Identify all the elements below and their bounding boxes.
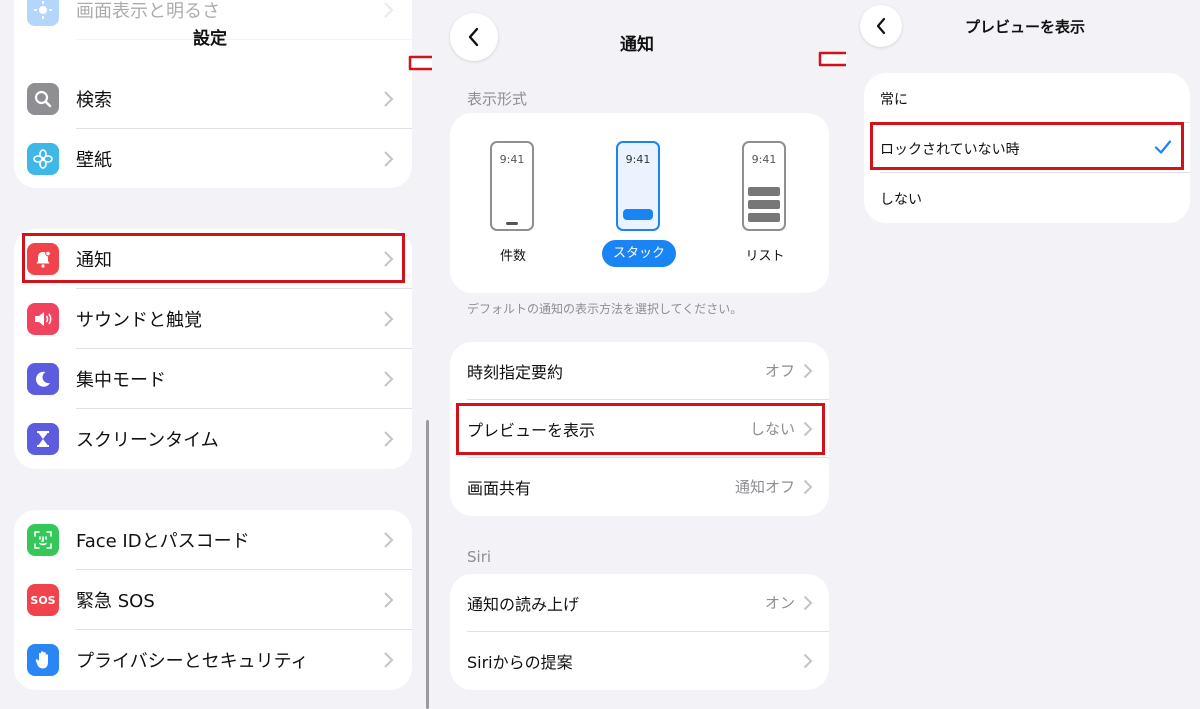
style-option-list[interactable]: 9:41 リスト (702, 113, 829, 293)
settings-row-wallpaper[interactable]: 壁紙 (14, 129, 412, 188)
style-option-stack[interactable]: 9:41 スタック (576, 113, 702, 293)
scrollbar[interactable] (426, 420, 429, 709)
option-never[interactable]: しない (864, 173, 1190, 223)
bell-icon (27, 243, 59, 275)
phone-time: 9:41 (751, 153, 777, 166)
row-label: 画面共有 (467, 479, 532, 498)
phone-time: 9:41 (499, 153, 525, 166)
option-always[interactable]: 常に (864, 73, 1190, 123)
settings-group-security: Face IDとパスコード SOS 緊急 SOS プライバシーとセキュリティ (14, 510, 412, 690)
settings-row-screen-time[interactable]: スクリーンタイム (14, 409, 412, 469)
phone-time: 9:41 (625, 153, 651, 166)
moon-icon (27, 363, 59, 395)
back-button[interactable] (860, 5, 902, 47)
chevron-right-icon (803, 363, 813, 379)
settings-row-label: 画面表示と明るさ (76, 1, 220, 22)
notifications-title: 通知 (620, 35, 654, 55)
settings-row-label: 通知 (76, 250, 112, 271)
row-label: 時刻指定要約 (467, 363, 564, 382)
row-screen-sharing[interactable]: 画面共有 通知オフ (450, 458, 829, 516)
settings-row-search[interactable]: 検索 (14, 69, 412, 129)
sos-icon: SOS (27, 584, 59, 616)
siri-header: Siri (467, 548, 492, 566)
settings-group-notifications: 通知 サウンドと触覚 集中モード スクリーンタイム (14, 229, 412, 469)
chevron-right-icon (384, 2, 394, 18)
wallpaper-flower-icon (27, 143, 59, 175)
row-siri-suggestions[interactable]: Siriからの提案 (450, 632, 829, 690)
style-label-list: リスト (745, 249, 785, 264)
settings-row-sounds[interactable]: サウンドと触覚 (14, 289, 412, 349)
settings-row-emergency-sos[interactable]: SOS 緊急 SOS (14, 570, 412, 630)
phone-preview-stack: 9:41 (616, 141, 660, 231)
display-style-footnote: デフォルトの通知の表示方法を選択してください。 (467, 302, 743, 316)
settings-row-notifications[interactable]: 通知 (14, 229, 412, 289)
chevron-right-icon (803, 595, 813, 611)
notification-options-group: 時刻指定要約 オフ プレビューを表示 しない 画面共有 通知オフ (450, 342, 829, 516)
chevron-right-icon (384, 652, 394, 668)
display-style-header: 表示形式 (467, 90, 528, 108)
style-label-stack: スタック (602, 240, 676, 267)
row-value: 通知オフ (734, 478, 795, 496)
row-label: 通知の読み上げ (467, 595, 580, 614)
chevron-left-icon (468, 27, 479, 47)
back-button[interactable] (450, 13, 498, 61)
option-label: 常に (880, 92, 908, 108)
chevron-right-icon (384, 592, 394, 608)
settings-row-privacy[interactable]: プライバシーとセキュリティ (14, 630, 412, 690)
chevron-right-icon (384, 251, 394, 267)
preview-options-group: 常に ロックされていない時 しない (864, 73, 1190, 223)
option-label: しない (880, 192, 922, 208)
chevron-right-icon (384, 371, 394, 387)
settings-row-label: 検索 (76, 90, 112, 111)
row-announce-notifications[interactable]: 通知の読み上げ オン (450, 574, 829, 632)
show-previews-title: プレビューを表示 (964, 18, 1085, 36)
phone-preview-list: 9:41 (742, 141, 786, 231)
row-value: しない (749, 420, 795, 438)
settings-panel: 画面表示と明るさ 検索 壁紙 設定 通知 サウンドと触覚 集中モード スクリーン… (0, 0, 428, 709)
chevron-right-icon (384, 431, 394, 447)
faceid-icon (27, 524, 59, 556)
row-scheduled-summary[interactable]: 時刻指定要約 オフ (450, 342, 829, 400)
row-label: Siriからの提案 (467, 653, 573, 672)
show-previews-panel: プレビューを表示 常に ロックされていない時 しない (846, 0, 1200, 709)
row-label: プレビューを表示 (467, 421, 596, 440)
chevron-right-icon (384, 151, 394, 167)
chevron-right-icon (384, 91, 394, 107)
chevron-right-icon (384, 311, 394, 327)
settings-row-label: サウンドと触覚 (76, 310, 202, 331)
search-icon (27, 83, 59, 115)
settings-row-label: 集中モード (76, 370, 166, 391)
settings-row-label: スクリーンタイム (76, 430, 219, 451)
settings-title: 設定 (193, 29, 227, 49)
checkmark-icon (1154, 140, 1172, 154)
settings-row-label: Face IDとパスコード (76, 531, 250, 552)
hand-icon (27, 644, 59, 676)
chevron-left-icon (876, 17, 886, 35)
notifications-panel: 通知 表示形式 9:41 件数 9:41 スタック 9:41 リスト デフォルト… (432, 0, 846, 709)
row-value: オフ (764, 362, 795, 380)
settings-row-label: 壁紙 (76, 150, 112, 171)
row-value: オン (764, 594, 795, 612)
display-brightness-icon (27, 0, 59, 26)
chevron-right-icon (803, 479, 813, 495)
siri-group: 通知の読み上げ オン Siriからの提案 (450, 574, 829, 690)
row-show-previews[interactable]: プレビューを表示 しない (450, 400, 829, 458)
speaker-icon (27, 303, 59, 335)
sos-icon-text: SOS (30, 593, 56, 607)
style-option-count[interactable]: 9:41 件数 (450, 113, 576, 293)
chevron-right-icon (803, 653, 813, 669)
chevron-right-icon (803, 421, 813, 437)
display-style-group: 9:41 件数 9:41 スタック 9:41 リスト (450, 113, 829, 293)
settings-row-focus[interactable]: 集中モード (14, 349, 412, 409)
chevron-right-icon (384, 532, 394, 548)
phone-preview-count: 9:41 (490, 141, 534, 231)
settings-row-label: プライバシーとセキュリティ (76, 651, 309, 672)
settings-row-faceid[interactable]: Face IDとパスコード (14, 510, 412, 570)
hourglass-icon (27, 423, 59, 455)
option-label: ロックされていない時 (880, 142, 1020, 158)
option-when-unlocked[interactable]: ロックされていない時 (864, 123, 1190, 173)
settings-row-label: 緊急 SOS (76, 591, 155, 612)
style-label-count: 件数 (499, 249, 526, 264)
